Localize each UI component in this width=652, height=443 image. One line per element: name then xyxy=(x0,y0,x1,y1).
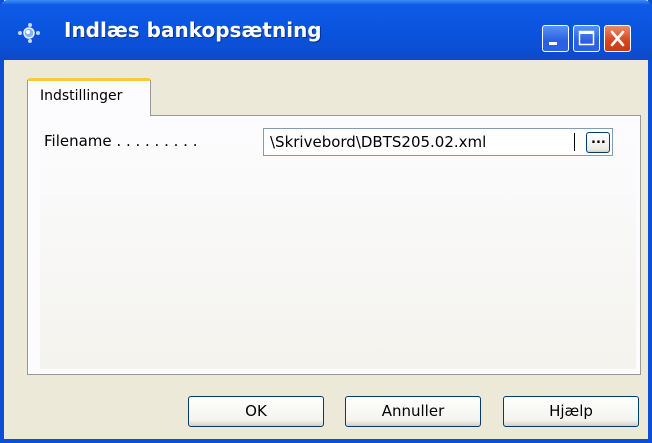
ok-button[interactable]: OK xyxy=(188,396,324,427)
filename-input[interactable]: \Skrivebord\DBTS205.02.xml xyxy=(263,128,613,156)
window-title: Indlæs bankopsætning xyxy=(64,18,322,42)
minimize-icon xyxy=(549,42,557,45)
help-button[interactable]: Hjælp xyxy=(503,396,639,427)
title-bar[interactable]: Indlæs bankopsætning xyxy=(0,0,652,60)
panel-content xyxy=(40,127,636,369)
app-icon xyxy=(18,23,40,43)
close-icon xyxy=(610,30,625,47)
maximize-button[interactable] xyxy=(573,25,600,52)
filename-label: Filename . . . . . . . . . xyxy=(44,132,198,150)
tab-indstillinger[interactable]: Indstillinger xyxy=(27,78,151,116)
text-caret xyxy=(574,133,575,151)
minimize-button[interactable] xyxy=(542,25,569,52)
ellipsis-icon: ... xyxy=(591,132,606,147)
filename-value: \Skrivebord\DBTS205.02.xml xyxy=(270,133,487,151)
tab-label: Indstillinger xyxy=(40,88,123,104)
maximize-icon xyxy=(578,30,595,46)
cancel-button[interactable]: Annuller xyxy=(345,396,481,427)
browse-button[interactable]: ... xyxy=(586,132,610,153)
close-button[interactable] xyxy=(604,25,631,52)
